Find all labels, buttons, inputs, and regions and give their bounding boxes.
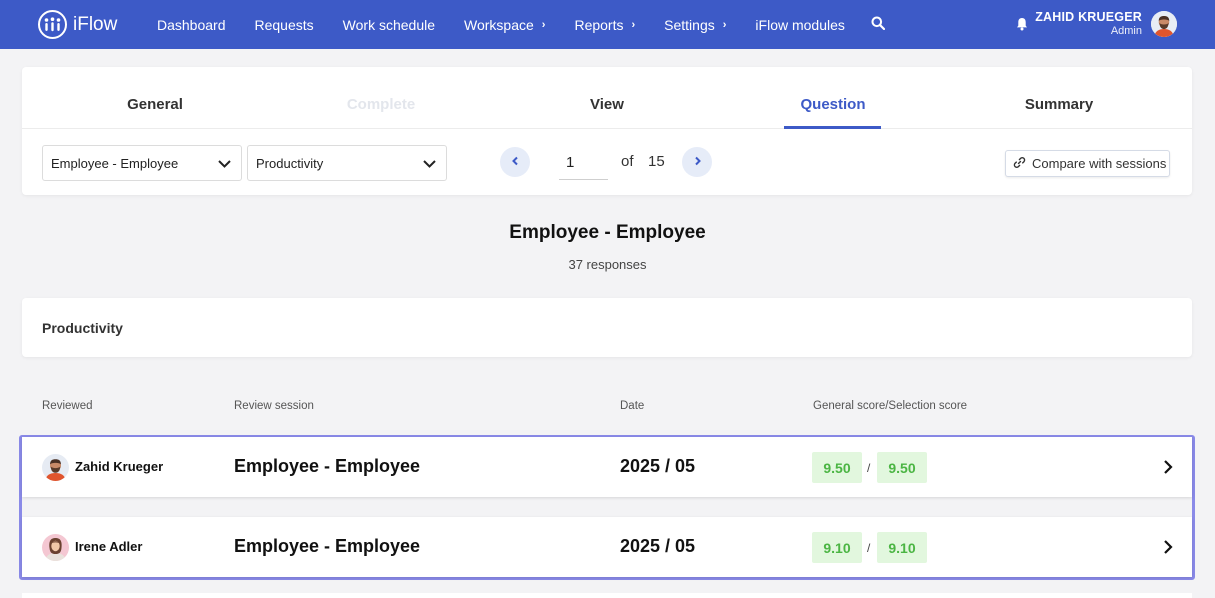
nav-requests[interactable]: Requests	[255, 17, 314, 33]
chevron-right-icon	[693, 153, 702, 171]
avatar	[42, 534, 69, 561]
nav-reports[interactable]: Reports ›	[574, 17, 635, 33]
chevron-down-icon	[217, 156, 232, 174]
column-header-score: General score/Selection score	[813, 400, 968, 412]
column-header-reviewed: Reviewed	[42, 400, 93, 412]
chevron-right-icon: ›	[631, 18, 636, 31]
table-row[interactable]: Zahid Krueger Employee - Employee 2025 /…	[22, 437, 1192, 497]
tab-view[interactable]: View	[494, 67, 720, 129]
iflow-logo-icon	[38, 10, 67, 39]
selection-score-badge: 9.10	[877, 532, 927, 563]
chevron-down-icon	[422, 156, 437, 174]
column-header-date: Date	[620, 400, 645, 412]
nav-iflow-modules[interactable]: iFlow modules	[755, 17, 844, 33]
tab-complete[interactable]: Complete	[268, 67, 494, 129]
reviewed-name: Zahid Krueger	[75, 459, 164, 474]
tab-question[interactable]: Question	[720, 67, 946, 129]
user-name: ZAHID KRUEGER	[1035, 10, 1142, 24]
nav-settings[interactable]: Settings ›	[664, 17, 726, 33]
page-number-input[interactable]	[559, 145, 608, 180]
nav-dashboard[interactable]: Dashboard	[157, 17, 226, 33]
general-score-badge: 9.10	[812, 532, 862, 563]
question-label: Productivity	[42, 320, 123, 336]
table-row[interactable]: Irene Adler Employee - Employee 2025 / 0…	[22, 517, 1192, 577]
nav-label: Settings	[664, 16, 715, 33]
nav-label: iFlow modules	[755, 16, 845, 33]
reviewed-name: Irene Adler	[75, 539, 143, 554]
next-row-peek	[22, 593, 1192, 598]
tab-summary[interactable]: Summary	[946, 67, 1172, 129]
user-menu[interactable]: ZAHID KRUEGER Admin	[1030, 10, 1142, 37]
question-select[interactable]: Productivity	[247, 145, 447, 181]
tab-bar: General Complete View Question Summary	[22, 67, 1192, 129]
nav-label: Requests	[254, 16, 314, 33]
tab-general[interactable]: General	[42, 67, 268, 129]
nav-label: Workspace	[464, 16, 534, 33]
relationship-select-value: Employee - Employee	[51, 155, 179, 171]
brand-logo[interactable]: iFlow	[38, 10, 117, 39]
user-role: Admin	[1110, 25, 1142, 37]
search-icon[interactable]	[871, 16, 886, 35]
column-header-review-session: Review session	[234, 400, 314, 412]
active-tab-indicator	[784, 126, 881, 129]
relationship-select[interactable]: Employee - Employee	[42, 145, 242, 181]
top-navbar: iFlow Dashboard Requests Work schedule W…	[0, 0, 1215, 49]
response-count: 37 responses	[568, 257, 647, 272]
link-icon	[1013, 156, 1032, 172]
question-select-value: Productivity	[256, 155, 324, 171]
page-total: 15	[648, 153, 665, 170]
compare-label: Compare with sessions	[1032, 156, 1167, 171]
nav-workspace[interactable]: Workspace ›	[464, 17, 545, 33]
compare-with-sessions-button[interactable]: Compare with sessions	[1005, 150, 1170, 177]
review-session: Employee - Employee	[234, 456, 421, 476]
nav-label: Dashboard	[157, 16, 226, 33]
selection-score-badge: 9.50	[877, 452, 927, 483]
nav-label: Work schedule	[342, 16, 435, 33]
previous-page-button[interactable]	[500, 147, 530, 177]
page-of-label: of	[621, 153, 634, 170]
question-card: Productivity	[22, 298, 1192, 357]
avatar	[42, 454, 69, 481]
review-date: 2025 / 05	[620, 456, 696, 476]
nav-work-schedule[interactable]: Work schedule	[343, 17, 435, 33]
bell-icon[interactable]	[1016, 17, 1028, 36]
chevron-left-icon	[511, 153, 520, 171]
review-session: Employee - Employee	[234, 536, 421, 556]
general-score-badge: 9.50	[812, 452, 862, 483]
avatar[interactable]	[1151, 11, 1177, 37]
chevron-right-icon[interactable]	[1163, 459, 1173, 480]
review-date: 2025 / 05	[620, 536, 696, 556]
next-page-button[interactable]	[682, 147, 712, 177]
score-separator: /	[867, 541, 871, 555]
session-title: Employee - Employee	[509, 222, 706, 243]
chevron-right-icon[interactable]	[1163, 539, 1173, 560]
chevron-right-icon: ›	[541, 18, 546, 31]
brand-name: iFlow	[73, 13, 118, 35]
nav-label: Reports	[574, 16, 624, 33]
main-menu: Dashboard Requests Work schedule Workspa…	[157, 0, 874, 49]
chevron-right-icon: ›	[722, 18, 727, 31]
score-separator: /	[867, 461, 871, 475]
